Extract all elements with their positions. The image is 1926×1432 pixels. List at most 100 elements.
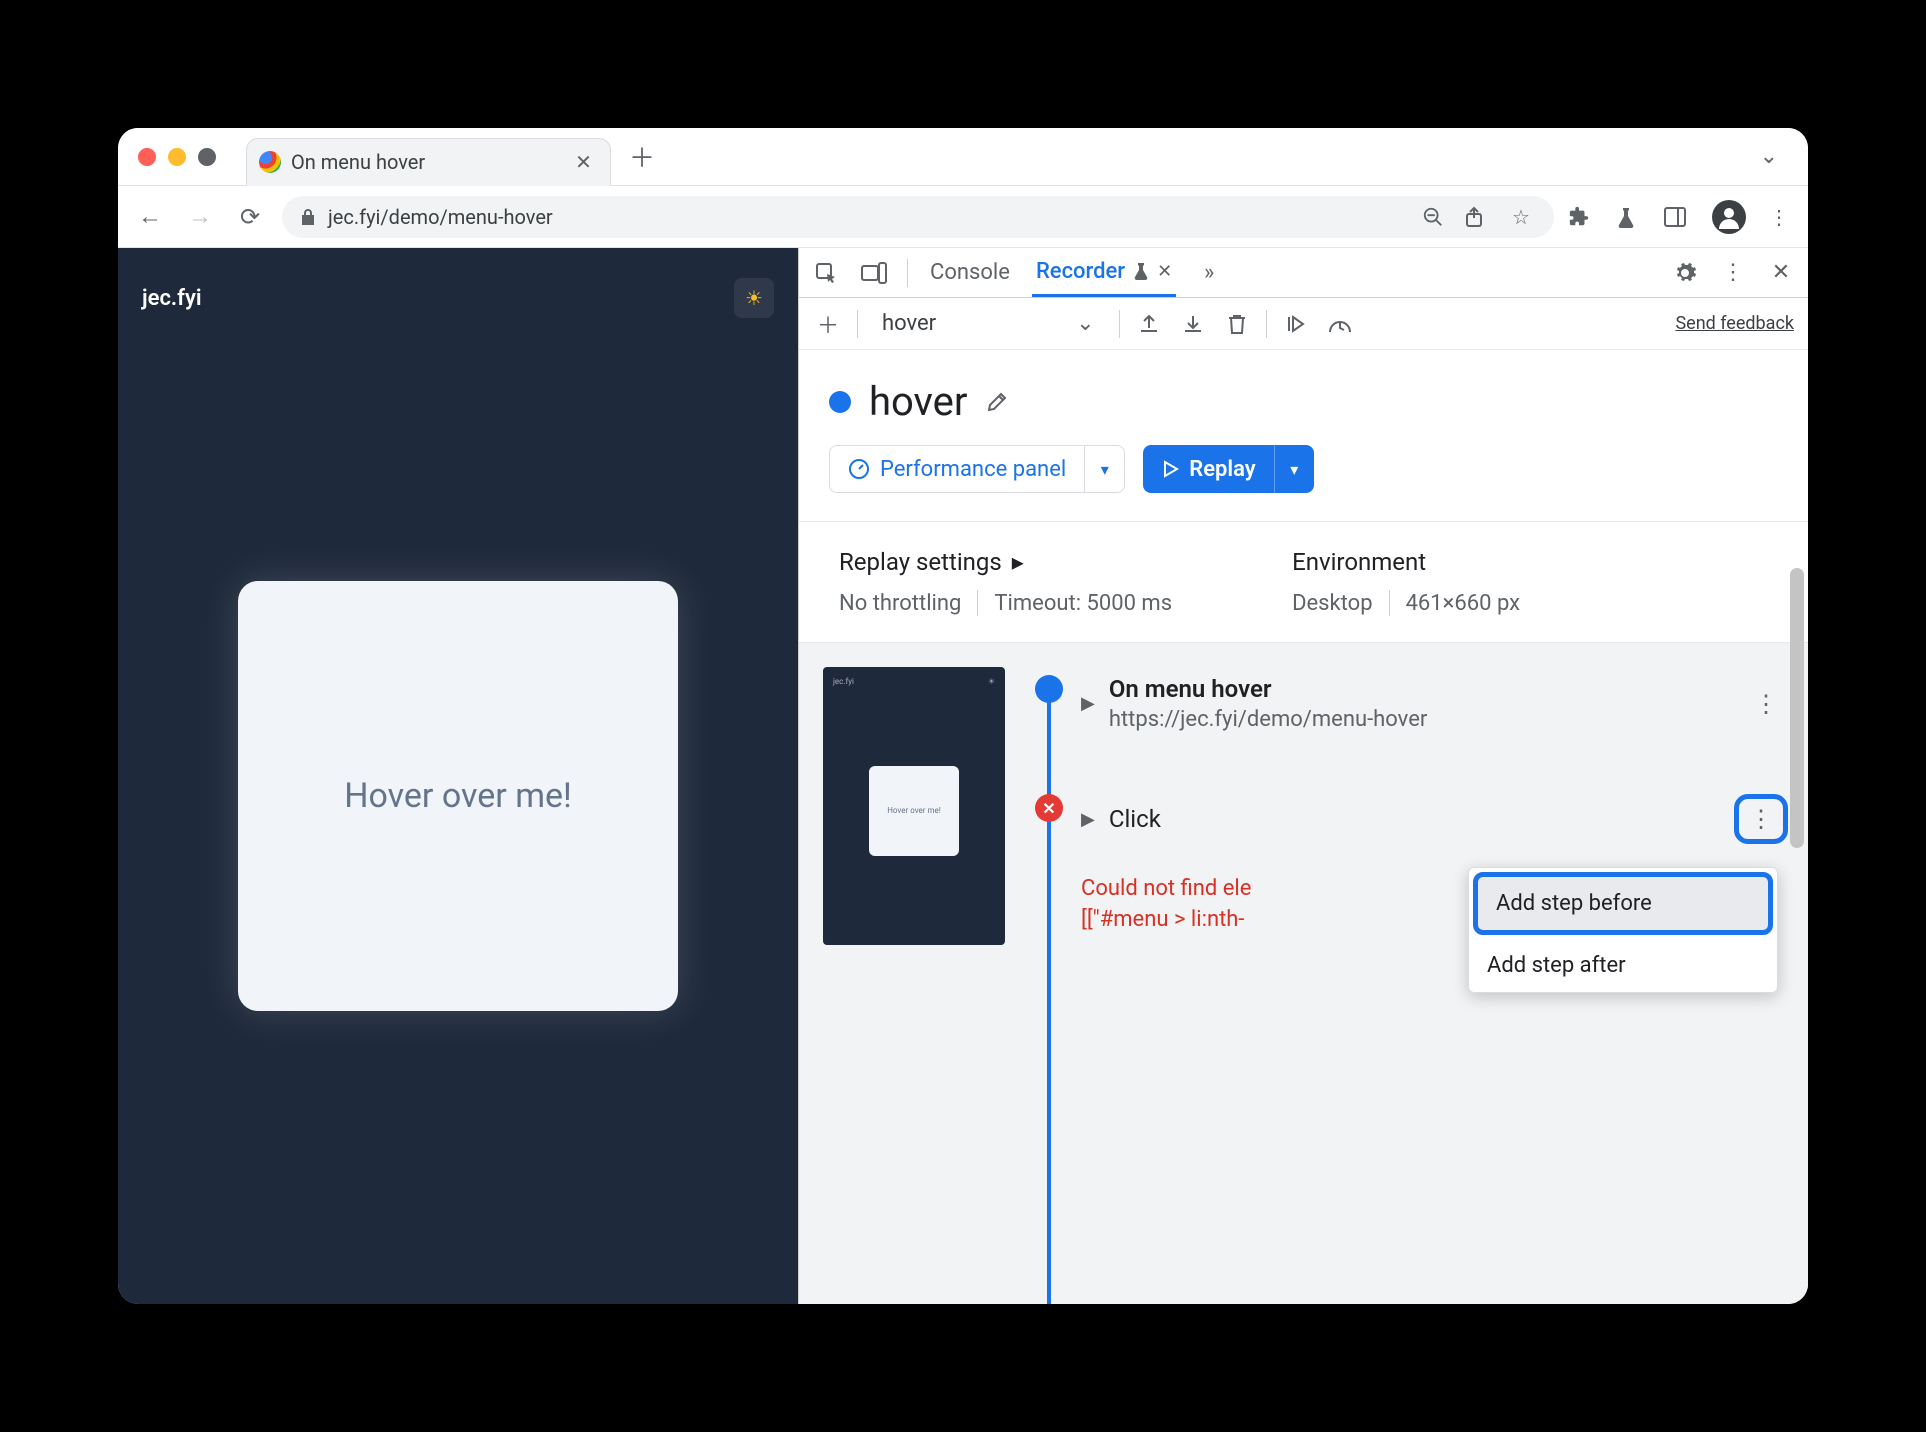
replay-settings-label: Replay settings	[839, 548, 1002, 576]
close-icon[interactable]: ✕	[575, 150, 592, 174]
page-brand: jec.fyi	[142, 286, 202, 311]
recording-title: hover	[869, 378, 967, 425]
tab-recorder[interactable]: Recorder ✕	[1032, 249, 1176, 297]
new-tab-button[interactable]: ＋	[629, 138, 655, 175]
environment-heading: Environment	[1292, 548, 1520, 576]
kebab-icon[interactable]: ⋮	[1764, 205, 1794, 229]
replay-button[interactable]: Replay ▾	[1143, 445, 1313, 493]
tab-title: On menu hover	[291, 150, 425, 174]
title-bar: On menu hover ✕ ＋ ⌄	[118, 128, 1808, 186]
omnibox[interactable]: jec.fyi/demo/menu-hover ☆	[282, 196, 1554, 238]
kebab-icon[interactable]: ⋮	[1718, 258, 1748, 288]
replay-settings-heading[interactable]: Replay settings ▸	[839, 548, 1172, 576]
page-pane: jec.fyi ☀ Hover over me!	[118, 248, 798, 1304]
recording-header: hover	[799, 350, 1808, 445]
env-dimensions: 461×660 px	[1406, 591, 1521, 616]
steps-panel: jec.fyi☀ Hover over me! ▶	[799, 643, 1808, 1304]
gear-icon[interactable]	[1670, 258, 1700, 288]
forward-button[interactable]: →	[182, 199, 218, 235]
devtools-tabstrip: Console Recorder ✕ » ⋮ ✕	[799, 248, 1808, 298]
hover-card[interactable]: Hover over me!	[238, 581, 678, 1011]
more-tabs-icon[interactable]: »	[1194, 258, 1224, 288]
flask-icon[interactable]	[1616, 206, 1646, 228]
replay-main[interactable]: Replay	[1143, 445, 1273, 493]
add-recording-button[interactable]: ＋	[813, 309, 843, 339]
import-icon[interactable]	[1178, 309, 1208, 339]
traffic-lights	[138, 148, 216, 166]
zoom-out-icon[interactable]	[1422, 206, 1452, 228]
feedback-link[interactable]: Send feedback	[1675, 313, 1794, 334]
step-title: Click	[1109, 805, 1161, 833]
share-icon[interactable]	[1464, 206, 1494, 228]
url-bar: ← → ⟳ jec.fyi/demo/menu-hover ☆	[118, 186, 1808, 248]
browser-window: On menu hover ✕ ＋ ⌄ ← → ⟳ jec.fyi/demo/m…	[118, 128, 1808, 1304]
scrollbar-thumb[interactable]	[1790, 568, 1804, 848]
profile-avatar[interactable]	[1712, 200, 1746, 234]
star-icon[interactable]: ☆	[1506, 205, 1536, 229]
back-button[interactable]: ←	[132, 199, 168, 235]
caret-right-icon[interactable]: ▶	[1081, 693, 1095, 714]
replay-dropdown[interactable]: ▾	[1274, 445, 1314, 493]
performance-panel-dropdown[interactable]: ▾	[1084, 446, 1124, 492]
device-icon[interactable]	[859, 258, 889, 288]
recording-name: hover	[882, 311, 936, 336]
record-dot-icon	[829, 391, 851, 413]
kebab-icon[interactable]: ⋮	[1734, 794, 1788, 844]
window-minimize[interactable]	[168, 148, 186, 166]
close-icon[interactable]: ✕	[1157, 261, 1172, 282]
performance-panel-label: Performance panel	[880, 457, 1066, 482]
preview-card-text: Hover over me!	[887, 806, 941, 815]
trash-icon[interactable]	[1222, 309, 1252, 339]
pencil-icon[interactable]	[985, 390, 1009, 414]
step-forward-icon[interactable]	[1281, 309, 1311, 339]
page-center: Hover over me!	[142, 318, 774, 1274]
lock-icon	[300, 208, 316, 226]
menu-item-add-before[interactable]: Add step before	[1473, 872, 1773, 935]
kebab-icon[interactable]: ⋮	[1744, 684, 1788, 724]
step-marker-icon	[1035, 675, 1063, 703]
caret-right-icon[interactable]: ▶	[1081, 809, 1095, 830]
recording-title-row: hover	[829, 378, 1778, 425]
toolbar-icons: ⋮	[1568, 200, 1794, 234]
gauge-icon	[848, 458, 870, 480]
url-text: jec.fyi/demo/menu-hover	[328, 205, 553, 229]
chevron-down-icon: ⌄	[1076, 311, 1094, 336]
body-split: jec.fyi ☀ Hover over me! Console	[118, 248, 1808, 1304]
replay-settings-col: Replay settings ▸ No throttling Timeout:…	[839, 548, 1172, 616]
replay-label: Replay	[1189, 457, 1255, 482]
recorder-actionbar: ＋ hover ⌄	[799, 298, 1808, 350]
environment-col: Environment Desktop 461×660 px	[1292, 548, 1520, 616]
environment-values: Desktop 461×660 px	[1292, 590, 1520, 616]
extensions-icon[interactable]	[1568, 206, 1598, 228]
panel-icon[interactable]	[1664, 207, 1694, 227]
performance-panel-button[interactable]: Performance panel ▾	[829, 445, 1125, 493]
tab-console[interactable]: Console	[926, 250, 1014, 295]
window-maximize[interactable]	[198, 148, 216, 166]
throttling-value: No throttling	[839, 591, 961, 616]
timeline-line	[1047, 683, 1051, 1304]
performance-panel-main[interactable]: Performance panel	[830, 446, 1084, 492]
reload-button[interactable]: ⟳	[232, 199, 268, 235]
recording-selector[interactable]: hover ⌄	[872, 307, 1105, 340]
timeout-value: Timeout: 5000 ms	[994, 591, 1172, 616]
steps-column: ▶ On menu hover https://jec.fyi/demo/men…	[1035, 667, 1808, 1304]
hover-card-text: Hover over me!	[344, 776, 572, 816]
browser-tab[interactable]: On menu hover ✕	[246, 138, 611, 186]
export-icon[interactable]	[1134, 309, 1164, 339]
env-device: Desktop	[1292, 591, 1373, 616]
environment-label: Environment	[1292, 548, 1426, 576]
error-marker-icon: ✕	[1035, 794, 1063, 822]
preview-card: Hover over me!	[869, 766, 959, 856]
chevron-down-icon[interactable]: ⌄	[1750, 144, 1788, 169]
devtools-panel: Console Recorder ✕ » ⋮ ✕ ＋ hove	[798, 248, 1808, 1304]
theme-toggle-button[interactable]: ☀	[734, 278, 774, 318]
close-icon[interactable]: ✕	[1766, 258, 1796, 288]
inspect-icon[interactable]	[811, 258, 841, 288]
preview-thumbnail: jec.fyi☀ Hover over me!	[823, 667, 1005, 945]
window-close[interactable]	[138, 148, 156, 166]
menu-item-add-after[interactable]: Add step after	[1469, 939, 1777, 992]
slow-replay-icon[interactable]	[1325, 309, 1355, 339]
settings-row: Replay settings ▸ No throttling Timeout:…	[799, 521, 1808, 643]
step-item: ▶ On menu hover https://jec.fyi/demo/men…	[1035, 667, 1808, 756]
favicon-icon	[259, 151, 281, 173]
